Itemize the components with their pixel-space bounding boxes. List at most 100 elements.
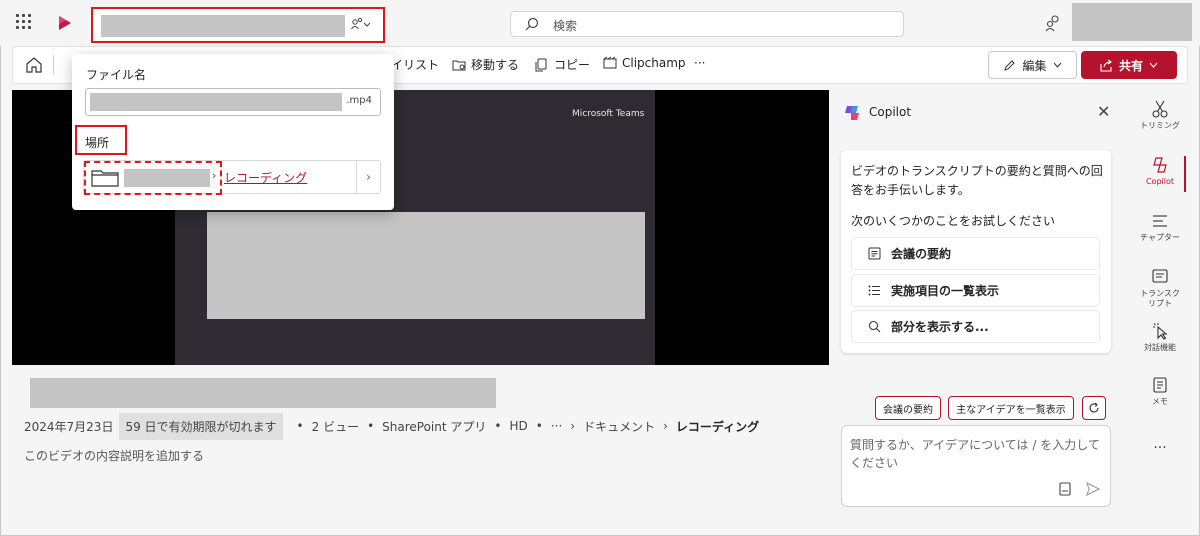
file-details-panel: ファイル名 .mp4 場所 › レコーディング › [72,54,394,210]
rail-copilot-label: Copilot [1145,177,1175,186]
breadcrumb-recordings[interactable]: レコーディング [676,418,759,435]
app-launcher-icon[interactable] [16,14,32,30]
recorded-date: 2024年7月23日 [24,419,114,434]
video-watermark: Microsoft Teams [572,109,645,119]
edit-label: 編集 [1022,58,1047,73]
redacted-folder-name [124,169,210,187]
copilot-pane: Copilot ✕ ビデオのトランスクリプトの要約と質問への回答をお手伝いします… [829,90,1128,520]
people-icon[interactable] [1044,14,1062,32]
copy-label: コピー [554,58,591,72]
source-app: SharePoint アプリ [382,419,487,434]
filename-label: ファイル名 [86,68,147,82]
clipchamp-label: Clipchamp [622,56,686,70]
rail-interactivity[interactable]: 対話機能 [1128,322,1192,353]
playlist-label: イリスト [391,58,440,72]
copilot-suggestions-card: ビデオのトランスクリプトの要約と質問への回答をお手伝いします。 次のいくつかのこ… [841,150,1111,353]
copy-icon [535,58,547,71]
search-placeholder: 検索 [553,19,578,33]
add-description-link[interactable]: このビデオの内容説明を追加する [24,447,204,464]
rail-trim-label: トリミング [1140,121,1180,130]
copilot-try-label: 次のいくつかのことをお試しください [851,214,1056,228]
prompt-library-icon[interactable] [1058,482,1072,496]
rail-chapters[interactable]: チャプター [1128,212,1192,243]
rail-trim[interactable]: トリミング [1128,100,1192,131]
notes-icon [1153,377,1167,393]
video-title-field[interactable] [91,7,385,43]
chapters-icon [1153,215,1167,227]
chevron-right-icon: › [570,419,576,433]
video-metadata: 2024年7月23日 59 日で有効期限が切れます • 2 ビュー • Shar… [24,412,759,440]
avatar[interactable] [1072,3,1192,41]
breadcrumb-documents[interactable]: ドキュメント [583,418,655,435]
chevron-right-icon: › [212,169,217,182]
list-icon [868,285,880,296]
refresh-icon [1089,402,1099,413]
pencil-icon [1004,59,1016,71]
rail-more-button[interactable]: ··· [1128,440,1192,456]
more-commands-label: ··· [694,56,706,70]
home-icon[interactable] [25,56,43,74]
rail-copilot[interactable]: Copilot [1128,156,1192,187]
open-location-button[interactable]: › [356,161,380,193]
stream-logo-icon[interactable] [56,14,74,32]
copy-button[interactable]: コピー [535,56,590,73]
move-label: 移動する [471,58,520,72]
chevron-down-icon [1149,62,1158,68]
move-button[interactable]: 移動する [452,56,519,73]
redacted-filename [90,93,342,111]
search-box[interactable]: 検索 [510,11,904,37]
share-status-icon[interactable] [351,17,373,34]
clipchamp-button[interactable]: Clipchamp [603,56,686,70]
rail-transcript[interactable]: トランスク リプト [1128,268,1192,309]
interactivity-cursor-icon [1153,323,1168,340]
summarize-meeting-button[interactable]: 会議の要約 [851,237,1100,270]
rail-notes[interactable]: メモ [1128,376,1192,407]
recordings-folder-link[interactable]: レコーディング [224,169,307,186]
summary-icon [868,247,881,260]
chevron-down-icon [1053,62,1061,68]
more-commands-button[interactable]: ··· [694,56,705,70]
move-folder-icon [452,60,466,70]
rail-transcript-label-2: リプト [1148,299,1172,308]
copilot-icon [1153,157,1167,173]
share-button[interactable]: 共有 [1081,51,1177,79]
breadcrumb-more[interactable]: ··· [551,419,562,433]
scissors-icon [1152,100,1168,118]
share-icon [1100,59,1112,72]
list-action-items-button[interactable]: 実施項目の一覧表示 [851,274,1100,307]
view-count: 2 ビュー [311,419,360,434]
playlist-button[interactable]: イリスト [391,56,439,73]
rail-transcript-label-1: トランスク [1140,289,1180,298]
refresh-suggestions-button[interactable] [1082,396,1106,420]
redacted-video-title [30,378,496,408]
show-section-button[interactable]: 部分を表示する... [851,310,1100,343]
search-icon [868,320,881,333]
chip-main-ideas[interactable]: 主なアイデアを一覧表示 [948,396,1074,420]
divider [53,55,54,75]
filename-input[interactable]: .mp4 [85,88,381,116]
right-rail: トリミング Copilot チャプター トランスク リプト 対話機能 メモ ··… [1128,90,1192,470]
close-icon[interactable]: ✕ [1097,102,1110,121]
copilot-prompt-input[interactable]: 質問するか、アイデアについては / を入力してください [841,425,1111,507]
chip-meeting-summary[interactable]: 会議の要約 [875,396,941,420]
send-icon[interactable] [1086,482,1100,496]
quality-label: HD [509,419,528,433]
redacted-video-content [207,212,645,319]
file-extension: .mp4 [346,95,372,106]
rail-chapters-label: チャプター [1140,233,1180,242]
active-indicator [1184,156,1186,192]
chevron-right-icon: › [663,419,668,433]
chip-main-ideas-label: 主なアイデアを一覧表示 [956,404,1066,416]
copilot-logo-icon [845,106,859,120]
redacted-title [101,15,345,37]
search-icon [525,17,539,31]
share-label: 共有 [1118,58,1143,73]
expiry-badge[interactable]: 59 日で有効期限が切れます [119,412,283,440]
location-path[interactable]: › レコーディング › [83,160,381,195]
edit-button[interactable]: 編集 [988,51,1077,79]
list-action-items-label: 実施項目の一覧表示 [891,284,1000,298]
transcript-icon [1152,269,1168,283]
copilot-title: Copilot [869,105,912,119]
location-label: 場所 [75,125,127,155]
folder-icon [91,170,119,187]
